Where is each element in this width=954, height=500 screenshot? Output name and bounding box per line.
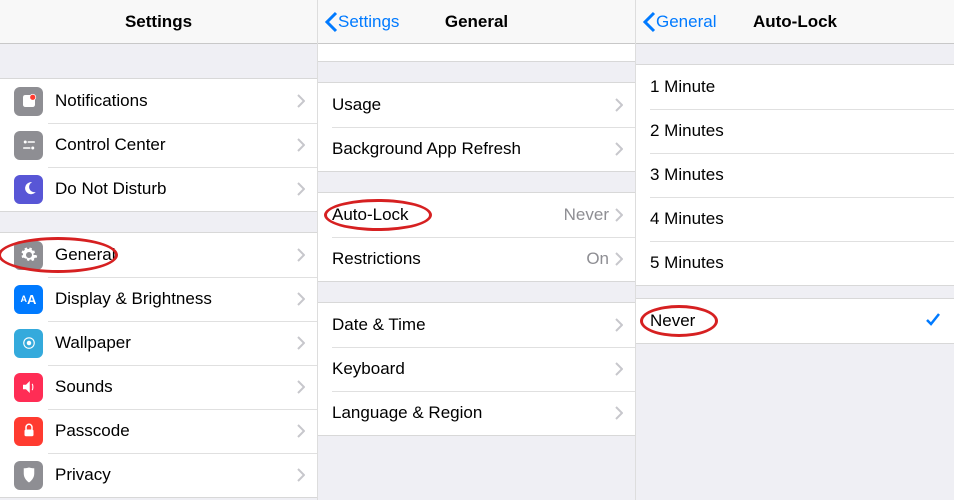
row-label: Do Not Disturb [55,179,297,199]
row-label: Language & Region [332,403,615,423]
row-label: 2 Minutes [650,121,942,141]
checkmark-icon [924,310,942,333]
row-keyboard[interactable]: Keyboard [318,347,635,391]
row-restrictions[interactable]: Restrictions On [318,237,635,281]
row-label: 5 Minutes [650,253,942,273]
nav-title: Settings [0,12,317,32]
row-label: Passcode [55,421,297,441]
back-button[interactable]: General [636,11,716,33]
row-do-not-disturb[interactable]: Do Not Disturb [0,167,317,211]
row-label: Control Center [55,135,297,155]
chevron-right-icon [297,424,305,438]
chevron-right-icon [297,248,305,262]
back-button[interactable]: Settings [318,11,399,33]
row-label: Privacy [55,465,297,485]
row-date-time[interactable]: Date & Time [318,303,635,347]
option-3-minutes[interactable]: 3 Minutes [636,153,954,197]
row-label: Restrictions [332,249,586,269]
row-passcode[interactable]: Passcode [0,409,317,453]
option-5-minutes[interactable]: 5 Minutes [636,241,954,285]
chevron-right-icon [615,252,623,266]
row-label: Wallpaper [55,333,297,353]
row-sounds[interactable]: Sounds [0,365,317,409]
chevron-right-icon [615,362,623,376]
row-value: On [586,249,609,269]
row-label: Sounds [55,377,297,397]
chevron-right-icon [297,94,305,108]
settings-screen: Settings Notifications Control Center [0,0,318,500]
chevron-right-icon [615,98,623,112]
wallpaper-icon [14,329,43,358]
row-language-region[interactable]: Language & Region [318,391,635,435]
chevron-right-icon [297,138,305,152]
option-never[interactable]: Never [636,299,954,343]
chevron-right-icon [297,380,305,394]
chevron-right-icon [615,208,623,222]
general-group-1: Usage Background App Refresh [318,82,635,172]
navbar: Settings [0,0,317,44]
chevron-right-icon [297,292,305,306]
notifications-icon [14,87,43,116]
row-wallpaper[interactable]: Wallpaper [0,321,317,365]
row-label: Keyboard [332,359,615,379]
row-notifications[interactable]: Notifications [0,79,317,123]
row-label: 1 Minute [650,77,942,97]
general-screen: Settings General Usage Background App Re… [318,0,636,500]
navbar: Settings General [318,0,635,44]
settings-group-1: Notifications Control Center Do Not Dist… [0,78,317,212]
chevron-right-icon [297,468,305,482]
privacy-icon [14,461,43,490]
row-auto-lock[interactable]: Auto-Lock Never [318,193,635,237]
dnd-icon [14,175,43,204]
row-background-app-refresh[interactable]: Background App Refresh [318,127,635,171]
control-center-icon [14,131,43,160]
chevron-right-icon [615,406,623,420]
row-label: General [55,245,297,265]
back-label: General [656,12,716,32]
row-label: Auto-Lock [332,205,564,225]
navbar: General Auto-Lock [636,0,954,44]
row-label: Date & Time [332,315,615,335]
row-general[interactable]: General [0,233,317,277]
display-icon: AA [14,285,43,314]
row-label: Never [650,311,924,331]
settings-group-2: General AA Display & Brightness Wallpape… [0,232,317,498]
sounds-icon [14,373,43,402]
general-group-3: Date & Time Keyboard Language & Region [318,302,635,436]
gear-icon [14,241,43,270]
row-value: Never [564,205,609,225]
row-label: Usage [332,95,615,115]
back-label: Settings [338,12,399,32]
autolock-screen: General Auto-Lock 1 Minute 2 Minutes 3 M… [636,0,954,500]
autolock-never-group: Never [636,298,954,344]
passcode-icon [14,417,43,446]
row-usage[interactable]: Usage [318,83,635,127]
row-label: 3 Minutes [650,165,942,185]
row-label: Background App Refresh [332,139,615,159]
option-2-minutes[interactable]: 2 Minutes [636,109,954,153]
partial-row [318,44,635,62]
option-4-minutes[interactable]: 4 Minutes [636,197,954,241]
row-label: Display & Brightness [55,289,297,309]
autolock-options-group: 1 Minute 2 Minutes 3 Minutes 4 Minutes 5… [636,64,954,286]
option-1-minute[interactable]: 1 Minute [636,65,954,109]
chevron-right-icon [297,336,305,350]
chevron-right-icon [615,142,623,156]
chevron-right-icon [297,182,305,196]
row-display-brightness[interactable]: AA Display & Brightness [0,277,317,321]
general-group-2: Auto-Lock Never Restrictions On [318,192,635,282]
row-label: Notifications [55,91,297,111]
row-label: 4 Minutes [650,209,942,229]
chevron-right-icon [615,318,623,332]
row-control-center[interactable]: Control Center [0,123,317,167]
row-privacy[interactable]: Privacy [0,453,317,497]
